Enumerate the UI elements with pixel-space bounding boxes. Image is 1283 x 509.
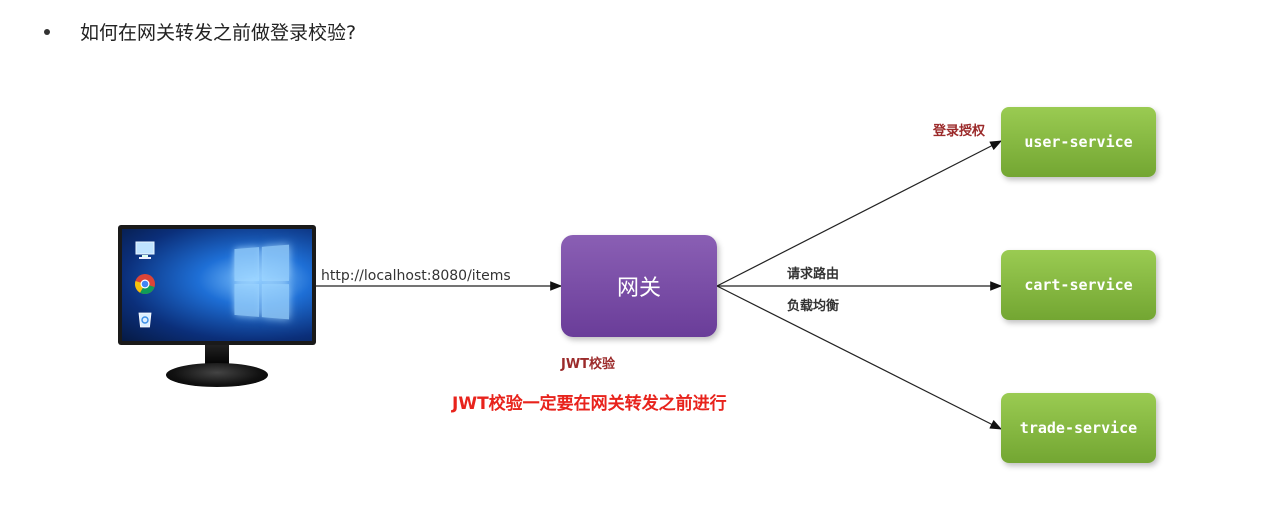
service-label: cart-service: [1024, 276, 1133, 294]
service-label: user-service: [1024, 133, 1133, 151]
service-label: trade-service: [1019, 419, 1138, 437]
gateway-label: 网关: [616, 276, 661, 301]
jwt-note: JWT校验一定要在网关转发之前进行: [452, 394, 727, 414]
route-arrow-user: [716, 140, 1003, 287]
monitor-base: [166, 363, 268, 387]
windows-logo-icon: [234, 244, 290, 320]
trade-service-box: trade-service: [1001, 393, 1156, 463]
request-url-label: http://localhost:8080/items: [321, 268, 511, 284]
user-service-box: user-service: [1001, 107, 1156, 177]
client-computer: [118, 225, 316, 390]
balance-label: 负载均衡: [787, 299, 840, 314]
desktop-screen: [122, 229, 312, 341]
auth-label: 登录授权: [933, 124, 986, 139]
route-arrow-trade: [716, 285, 1003, 430]
route-label: 请求路由: [787, 267, 840, 282]
computer-icon: [135, 241, 155, 259]
monitor-screen-frame: [118, 225, 316, 345]
recycle-bin-icon: [138, 312, 152, 328]
jwt-label: JWT校验: [561, 357, 616, 372]
gateway-box: 网关: [561, 235, 717, 337]
cart-service-box: cart-service: [1001, 250, 1156, 320]
chrome-icon: [135, 274, 155, 295]
